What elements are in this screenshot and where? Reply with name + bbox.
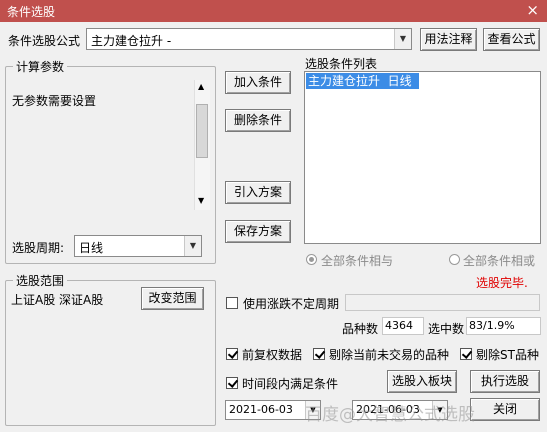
all-and-label: 全部条件相与 [321, 254, 394, 268]
condition-name: 主力建仓拉升 [308, 74, 381, 88]
condlist-label: 选股条件列表 [305, 57, 378, 71]
window-title: 条件选股 [7, 5, 56, 19]
float-period-checkbox[interactable] [226, 297, 238, 309]
scroll-thumb[interactable] [196, 104, 208, 158]
chevron-down-icon[interactable]: ▼ [394, 29, 411, 49]
selected-value: 83/1.9% [466, 317, 541, 335]
period-value: 日线 [79, 241, 104, 255]
pre-adjust-label: 前复权数据 [242, 348, 303, 362]
start-date-field[interactable]: 2021-06-03 ▼ [225, 400, 321, 420]
all-and-radio[interactable] [306, 254, 317, 265]
range-text: 上证A股 深证A股 [11, 293, 104, 307]
add-condition-button[interactable]: 加入条件 [225, 71, 291, 94]
scroll-down-icon[interactable]: ▼ [198, 196, 204, 205]
change-range-button[interactable]: 改变范围 [141, 287, 204, 310]
exclude-untraded-checkbox[interactable] [313, 348, 325, 360]
all-or-radio[interactable] [449, 254, 460, 265]
end-date-field[interactable]: 2021-06-03 ▼ [352, 400, 448, 420]
save-scheme-button[interactable]: 保存方案 [225, 220, 291, 243]
params-group-label: 计算参数 [13, 58, 68, 75]
scroll-up-icon[interactable]: ▲ [198, 82, 204, 91]
formula-select[interactable]: 主力建仓拉升 - ▼ [86, 28, 412, 50]
params-scrollbar[interactable]: ▲ ▼ [194, 80, 210, 210]
count-label: 品种数 [342, 322, 379, 336]
time-range-label: 时间段内满足条件 [242, 377, 339, 391]
exclude-st-label: 剔除ST品种 [476, 348, 539, 362]
chevron-down-icon[interactable]: ▼ [184, 236, 201, 256]
all-or-label: 全部条件相或 [463, 254, 536, 268]
status-text: 选股完毕. [476, 276, 528, 290]
period-label: 选股周期: [12, 241, 65, 255]
usage-notes-button[interactable]: 用法注释 [420, 28, 477, 51]
close-button[interactable]: 关闭 [470, 398, 540, 421]
chevron-down-icon[interactable]: ▼ [432, 401, 447, 419]
params-text: 无参数需要设置 [12, 94, 97, 108]
formula-value: 主力建仓拉升 - [91, 34, 172, 48]
end-date-value: 2021-06-03 [356, 403, 420, 416]
exclude-untraded-label: 剔除当前未交易的品种 [329, 348, 450, 362]
float-period-label: 使用涨跌不定周期 [243, 297, 340, 311]
range-group-label: 选股范围 [13, 272, 68, 289]
exclude-st-checkbox[interactable] [460, 348, 472, 360]
period-select[interactable]: 日线 ▼ [74, 235, 202, 257]
time-range-checkbox[interactable] [226, 377, 238, 389]
run-selection-button[interactable]: 执行选股 [470, 370, 540, 393]
pre-adjust-checkbox[interactable] [226, 348, 238, 360]
selected-label: 选中数 [428, 322, 465, 336]
title-bar: 条件选股 × [0, 0, 547, 22]
start-date-value: 2021-06-03 [229, 403, 293, 416]
add-to-block-button[interactable]: 选股入板块 [387, 370, 457, 393]
import-scheme-button[interactable]: 引入方案 [225, 181, 291, 204]
chevron-down-icon[interactable]: ▼ [305, 401, 320, 419]
float-period-input[interactable] [345, 294, 540, 311]
condition-period: 日线 [387, 74, 412, 88]
list-item[interactable]: 主力建仓拉升 日线 [306, 73, 419, 89]
condition-list[interactable]: 主力建仓拉升 日线 [304, 71, 541, 244]
close-icon[interactable]: × [526, 1, 539, 19]
view-formula-button[interactable]: 查看公式 [483, 28, 540, 51]
formula-label: 条件选股公式 [8, 34, 81, 48]
delete-condition-button[interactable]: 删除条件 [225, 109, 291, 132]
count-value: 4364 [382, 317, 424, 335]
